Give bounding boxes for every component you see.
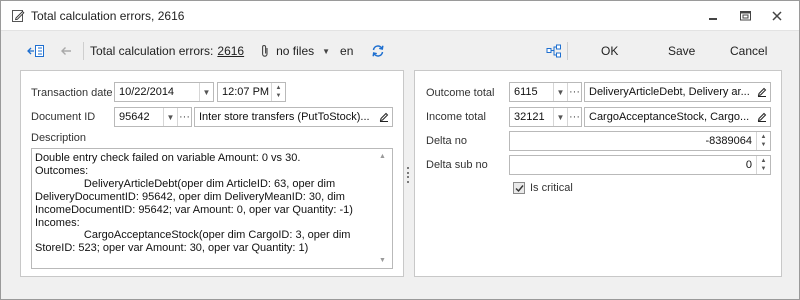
pencil-icon [757, 87, 767, 97]
outcome-total-field[interactable]: 6115 ▼ ··· [509, 82, 582, 102]
pencil-icon [379, 112, 389, 122]
maximize-button[interactable] [729, 7, 761, 25]
network-button[interactable] [546, 41, 562, 61]
pencil-icon [757, 112, 767, 122]
income-total-label: Income total [426, 111, 486, 123]
maximize-icon [739, 11, 751, 21]
outcome-total-label: Outcome total [426, 87, 495, 99]
transaction-date-field[interactable]: 10/22/2014 ▼ [114, 82, 214, 102]
browse-button[interactable]: ··· [177, 108, 191, 126]
panel-splitter[interactable] [406, 167, 410, 183]
income-total-field[interactable]: 32121 ▼ ··· [509, 107, 582, 127]
panel-toggle-icon [27, 45, 44, 57]
edit-button[interactable] [754, 83, 770, 101]
browse-button[interactable]: ··· [567, 108, 581, 126]
close-button[interactable] [761, 7, 793, 25]
save-button[interactable]: Save [668, 44, 695, 58]
time-spinner[interactable]: ▲ ▼ [271, 83, 285, 101]
attachment-icon [262, 45, 268, 57]
document-id-field[interactable]: 95642 ▼ ··· [114, 107, 192, 127]
delta-no-field[interactable]: -8389064 ▲ ▼ [509, 131, 771, 151]
attachment-button[interactable] [258, 41, 272, 61]
document-id-label: Document ID [31, 111, 96, 123]
edit-button[interactable] [754, 108, 770, 126]
chevron-down-icon[interactable]: ▼ [553, 108, 567, 126]
language-selector[interactable]: en [340, 44, 353, 58]
back-icon [61, 47, 71, 55]
delta-sub-no-field[interactable]: 0 ▲ ▼ [509, 155, 771, 175]
errors-label: Total calculation errors: [90, 44, 214, 58]
delta-sub-no-label: Delta sub no [426, 159, 488, 171]
chevron-down-icon[interactable]: ▼ [553, 83, 567, 101]
chevron-down-icon[interactable]: ▼ [163, 108, 177, 126]
delta-sub-no-spinner[interactable]: ▲ ▼ [756, 156, 770, 174]
outcome-name-field[interactable]: DeliveryArticleDebt, Delivery ar... [584, 82, 771, 102]
back-button[interactable] [55, 41, 77, 61]
scroll-down-icon[interactable]: ▼ [379, 257, 386, 264]
errors-count-link[interactable]: 2616 [217, 44, 244, 58]
checkmark-icon [515, 184, 524, 192]
is-critical-label[interactable]: Is critical [530, 182, 573, 194]
toolbar-separator [83, 42, 84, 60]
window: Total calculation errors, 2616 Total cal… [0, 0, 800, 300]
edit-document-icon [12, 9, 25, 22]
restore-button[interactable] [697, 7, 729, 25]
cancel-button[interactable]: Cancel [730, 44, 767, 58]
delta-no-spinner[interactable]: ▲ ▼ [756, 132, 770, 150]
files-dropdown[interactable]: no files [276, 44, 314, 58]
scroll-up-icon[interactable]: ▲ [379, 153, 386, 160]
description-textarea[interactable]: Double entry check failed on variable Am… [31, 148, 393, 269]
transaction-time-field[interactable]: 12:07 PM ▲ ▼ [217, 82, 286, 102]
panel-toggle-button[interactable] [25, 41, 47, 61]
network-icon [546, 44, 561, 58]
toolbar: Total calculation errors: 2616 no files … [1, 31, 799, 71]
income-name-field[interactable]: CargoAcceptanceStock, Cargo... [584, 107, 771, 127]
refresh-button[interactable] [369, 41, 387, 61]
transaction-date-label: Transaction date [31, 87, 113, 99]
description-scrollbar[interactable]: ▲ ▼ [375, 149, 392, 268]
browse-button[interactable]: ··· [567, 83, 581, 101]
close-icon [772, 11, 782, 21]
minimize-icon [709, 18, 717, 20]
refresh-icon [372, 45, 384, 57]
files-chevron-down-icon[interactable]: ▼ [322, 47, 330, 56]
delta-no-label: Delta no [426, 135, 467, 147]
ok-button[interactable]: OK [601, 44, 618, 58]
title-bar: Total calculation errors, 2616 [1, 1, 799, 31]
chevron-down-icon[interactable]: ▼ [199, 83, 213, 101]
description-label: Description [31, 132, 87, 144]
toolbar-separator [567, 42, 568, 60]
window-title: Total calculation errors, 2616 [31, 8, 185, 23]
edit-button[interactable] [376, 108, 392, 126]
document-name-field[interactable]: Inter store transfers (PutToStock)... [194, 107, 393, 127]
is-critical-checkbox[interactable] [513, 182, 525, 194]
